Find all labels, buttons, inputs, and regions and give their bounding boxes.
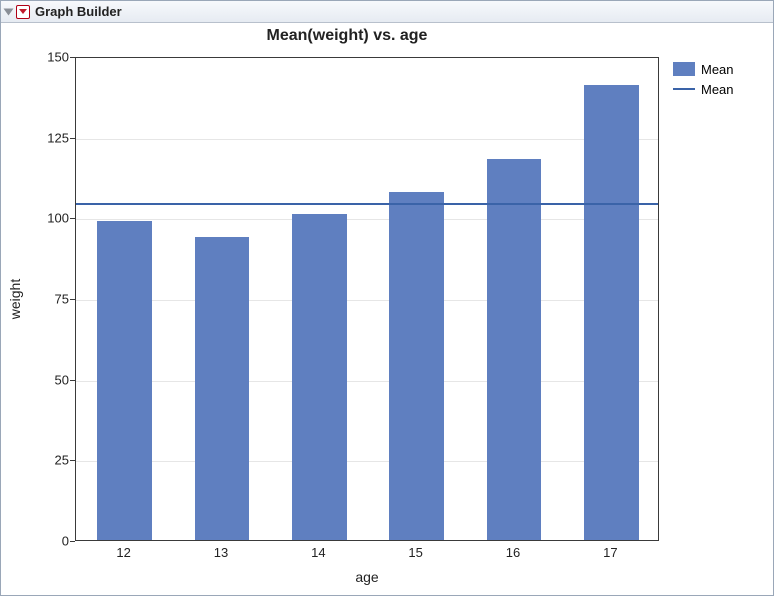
panel-header: Graph Builder — [1, 1, 773, 23]
y-tick-mark — [70, 138, 75, 139]
x-tick-label: 15 — [376, 545, 456, 560]
y-tick-mark — [70, 57, 75, 58]
panel-title: Graph Builder — [35, 4, 122, 19]
plot-region[interactable] — [75, 57, 659, 541]
bar[interactable] — [584, 85, 639, 540]
x-tick-label: 13 — [181, 545, 261, 560]
legend-entry-bar: Mean — [673, 59, 734, 79]
mean-reference-line — [76, 203, 658, 205]
y-tick-label: 100 — [9, 211, 69, 226]
graph-builder-panel: Graph Builder Mean(weight) vs. age weigh… — [0, 0, 774, 596]
bar[interactable] — [195, 237, 250, 540]
y-tick-label: 75 — [9, 292, 69, 307]
disclosure-triangle-icon[interactable] — [4, 8, 14, 15]
bar[interactable] — [292, 214, 347, 540]
legend-swatch-line-icon — [673, 88, 695, 90]
bar[interactable] — [389, 192, 444, 540]
bar[interactable] — [487, 159, 542, 540]
gridline — [76, 219, 658, 220]
y-tick-label: 25 — [9, 453, 69, 468]
legend-label: Mean — [701, 82, 734, 97]
x-tick-label: 17 — [570, 545, 650, 560]
gridline — [76, 461, 658, 462]
legend: Mean Mean — [673, 59, 734, 99]
hotspot-menu-button[interactable] — [16, 5, 30, 19]
y-tick-mark — [70, 299, 75, 300]
legend-label: Mean — [701, 62, 734, 77]
x-tick-label: 14 — [278, 545, 358, 560]
x-tick-label: 12 — [84, 545, 164, 560]
gridline — [76, 139, 658, 140]
chart-title: Mean(weight) vs. age — [1, 27, 693, 45]
y-tick-mark — [70, 218, 75, 219]
gridline — [76, 381, 658, 382]
y-tick-label: 150 — [9, 50, 69, 65]
bar[interactable] — [97, 221, 152, 540]
y-tick-label: 50 — [9, 372, 69, 387]
x-tick-label: 16 — [473, 545, 553, 560]
y-tick-label: 0 — [9, 534, 69, 549]
x-axis-label: age — [355, 569, 378, 585]
legend-entry-line: Mean — [673, 79, 734, 99]
chart-area: Mean(weight) vs. age weight age Mean Mea… — [1, 23, 773, 597]
gridline — [76, 300, 658, 301]
legend-swatch-box-icon — [673, 62, 695, 76]
y-tick-mark — [70, 460, 75, 461]
y-tick-mark — [70, 541, 75, 542]
y-tick-mark — [70, 380, 75, 381]
red-triangle-icon — [19, 9, 27, 14]
y-tick-label: 125 — [9, 130, 69, 145]
